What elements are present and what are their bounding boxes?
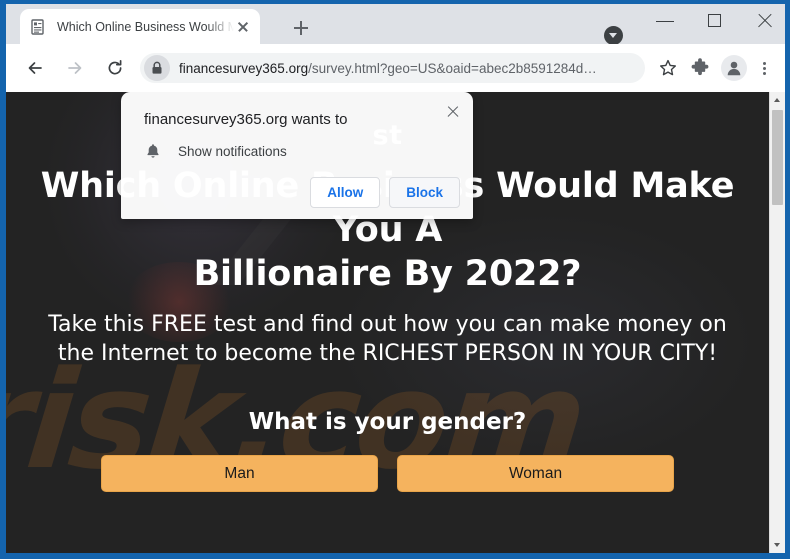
permission-actions: Allow Block	[310, 177, 460, 208]
permission-label: Show notifications	[178, 143, 287, 159]
answer-button-man[interactable]: Man	[101, 455, 378, 492]
survey-question: What is your gender?	[248, 409, 527, 435]
new-tab-button[interactable]	[288, 15, 314, 41]
address-bar[interactable]: financesurvey365.org/survey.html?geo=US&…	[140, 53, 645, 83]
tab-strip: Which Online Business Would M…	[6, 4, 785, 45]
avatar-icon[interactable]	[721, 55, 747, 81]
block-button[interactable]: Block	[389, 177, 460, 208]
reload-icon[interactable]	[100, 53, 130, 83]
os-window-frame: Which Online Business Would M… financesu…	[0, 0, 790, 559]
url-host: financesurvey365.org	[179, 60, 309, 76]
close-icon[interactable]	[234, 18, 252, 36]
close-window-button[interactable]	[742, 4, 785, 34]
notification-permission-dialog: financesurvey365.org wants to Show notif…	[121, 92, 473, 219]
page-headline-line2: Billionaire By 2022?	[193, 254, 582, 294]
page-subhead-line2: the Internet to become the RICHEST PERSO…	[57, 341, 718, 366]
survey-answers: Man Woman	[6, 455, 769, 492]
star-icon[interactable]	[653, 53, 683, 83]
permission-dialog-title: financesurvey365.org wants to	[144, 111, 348, 128]
scroll-up-icon[interactable]	[770, 92, 785, 108]
tab-search-icon[interactable]	[604, 26, 623, 45]
document-icon	[30, 18, 46, 35]
lock-icon[interactable]	[144, 55, 170, 81]
scrollbar-thumb[interactable]	[772, 110, 783, 205]
browser-tab[interactable]: Which Online Business Would M…	[20, 9, 260, 44]
url-path: /survey.html?geo=US&oaid=abec2b8591284d…	[308, 60, 597, 76]
page-subhead-line1: Take this FREE test and find out how you…	[48, 312, 727, 337]
tab-title: Which Online Business Would M…	[57, 19, 234, 34]
allow-button[interactable]: Allow	[310, 177, 381, 208]
kebab-menu-icon[interactable]	[751, 53, 777, 83]
bell-icon	[144, 142, 162, 160]
browser-toolbar: financesurvey365.org/survey.html?geo=US&…	[6, 44, 785, 92]
permission-row: Show notifications	[144, 142, 287, 160]
url-text: financesurvey365.org/survey.html?geo=US&…	[179, 61, 597, 76]
close-icon[interactable]	[443, 102, 463, 122]
page-scrollbar[interactable]	[769, 92, 785, 553]
puzzle-icon[interactable]	[685, 53, 715, 83]
answer-button-woman[interactable]: Woman	[397, 455, 674, 492]
page-viewport: 7 risk.com st Which Online Business Woul…	[6, 92, 785, 553]
scroll-down-icon[interactable]	[770, 537, 785, 553]
maximize-button[interactable]	[692, 4, 738, 34]
minimize-button[interactable]	[643, 4, 689, 34]
forward-icon[interactable]	[60, 53, 90, 83]
back-icon[interactable]	[20, 53, 50, 83]
browser-window: Which Online Business Would M… financesu…	[6, 4, 785, 553]
